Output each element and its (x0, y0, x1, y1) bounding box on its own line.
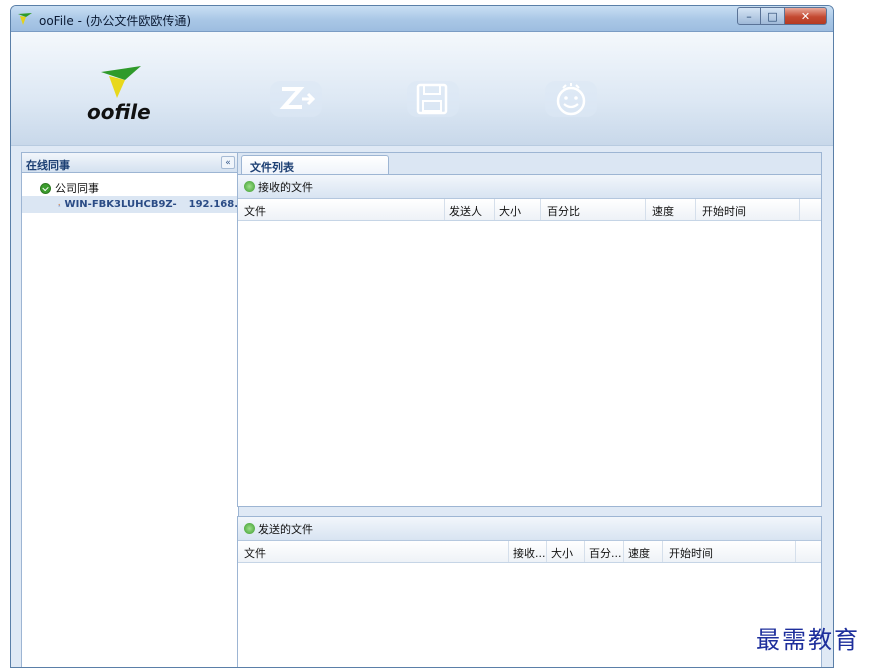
app-logo-icon (18, 13, 32, 25)
tree-group-company[interactable]: 公司同事 (40, 180, 99, 196)
double-chevron-left-icon: « (225, 157, 231, 168)
group-label: 公司同事 (55, 182, 99, 195)
column-start-time[interactable]: 开始时间 (696, 199, 800, 220)
minimize-button[interactable]: – (737, 7, 761, 25)
app-window: ooFile - (办公文件欧欧传通) – □ ✕ oofile 在线同事 « … (10, 5, 834, 668)
maximize-icon: □ (767, 9, 778, 23)
received-table-header: 文件 发送人 大小 百分比 速度 开始时间 (238, 199, 821, 221)
watermark-text: 最需教育 (756, 626, 860, 654)
receive-arrow-icon (244, 181, 255, 192)
send-arrow-icon (244, 523, 255, 534)
save-button[interactable] (403, 74, 463, 124)
column-size[interactable]: 大小 (547, 541, 585, 562)
close-button[interactable]: ✕ (785, 7, 827, 25)
window-title: ooFile - (办公文件欧欧传通) (39, 14, 192, 28)
sent-files-title: 发送的文件 (258, 522, 313, 536)
user-ip: 192.168. (188, 199, 238, 210)
sent-table-header: 文件 接收... 大小 百分... 速度 开始时间 (238, 541, 821, 563)
received-files-title: 接收的文件 (258, 180, 313, 194)
panel-title: 在线同事 (26, 159, 70, 172)
tab-file-list[interactable]: 文件列表 (241, 155, 389, 175)
column-percent[interactable]: 百分比 (541, 199, 646, 220)
transfer-icon (270, 81, 322, 117)
column-start-time[interactable]: 开始时间 (663, 541, 796, 562)
column-file[interactable]: 文件 (238, 199, 445, 220)
smiley-button[interactable] (541, 74, 601, 124)
sent-files-header: 发送的文件 (238, 517, 821, 541)
header-banner: oofile (11, 32, 833, 146)
column-file[interactable]: 文件 (238, 541, 509, 562)
online-colleagues-panel: 在线同事 « 公司同事 WIN-FBK3LUHCB9Z- 192.168. (21, 152, 239, 667)
column-receiver[interactable]: 接收... (509, 541, 547, 562)
column-percent[interactable]: 百分... (585, 541, 624, 562)
tree-item-user[interactable]: WIN-FBK3LUHCB9Z- 192.168. (22, 196, 238, 213)
brand-name: oofile (87, 100, 151, 124)
transfer-button[interactable] (266, 74, 326, 124)
column-speed[interactable]: 速度 (624, 541, 663, 562)
column-sender[interactable]: 发送人 (445, 199, 495, 220)
sent-files-section: 发送的文件 文件 接收... 大小 百分... 速度 开始时间 (237, 516, 822, 667)
maximize-button[interactable]: □ (761, 7, 785, 25)
panel-header: 在线同事 « (22, 153, 238, 173)
user-name: WIN-FBK3LUHCB9Z- (64, 199, 177, 210)
file-list-panel: 文件列表 接收的文件 文件 发送人 大小 百分比 速度 开始时间 发送的文件 文… (237, 152, 825, 667)
collapse-button[interactable]: « (221, 156, 235, 169)
close-icon: ✕ (800, 9, 811, 23)
received-files-section: 接收的文件 文件 发送人 大小 百分比 速度 开始时间 (237, 174, 822, 507)
smiley-icon (545, 81, 597, 117)
sent-files-list[interactable] (238, 563, 821, 667)
group-online-icon (40, 182, 51, 194)
column-size[interactable]: 大小 (495, 199, 541, 220)
column-speed[interactable]: 速度 (646, 199, 696, 220)
tab-strip: 文件列表 (237, 152, 822, 175)
save-icon (407, 81, 459, 117)
minimize-icon: – (746, 9, 752, 23)
title-bar[interactable]: ooFile - (办公文件欧欧传通) – □ ✕ (11, 6, 833, 32)
received-files-list[interactable] (238, 221, 821, 505)
user-icon (58, 203, 61, 206)
received-files-header: 接收的文件 (238, 175, 821, 199)
brand-logo-icon (101, 66, 141, 98)
window-controls: – □ ✕ (737, 7, 827, 25)
